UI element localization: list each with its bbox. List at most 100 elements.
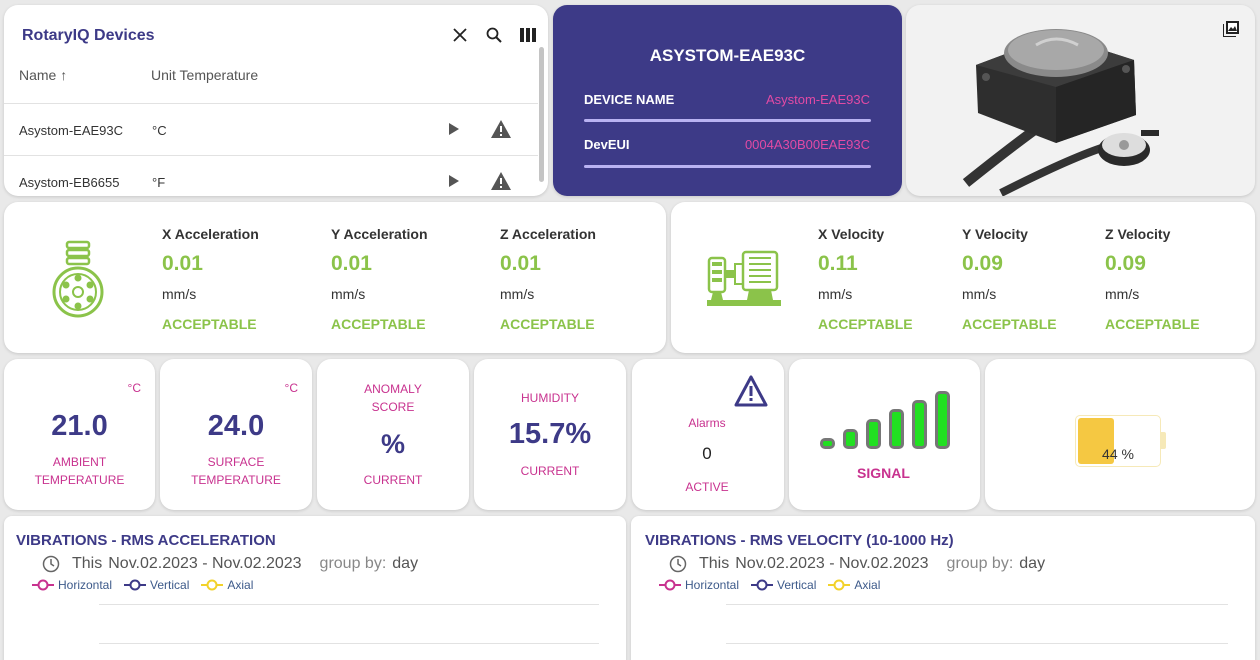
range-prefix: This xyxy=(699,555,730,572)
divider xyxy=(4,155,538,156)
battery-terminal xyxy=(1161,432,1166,449)
signal-strength-icon xyxy=(820,391,950,449)
legend-label: Axial xyxy=(854,578,881,592)
anomaly-label-line2: SCORE xyxy=(371,400,415,414)
clock-icon xyxy=(42,555,60,573)
column-header-name[interactable]: Name ↑ xyxy=(19,67,67,83)
humidity-label: HUMIDITY xyxy=(521,391,579,405)
columns-icon[interactable] xyxy=(518,25,538,45)
table-row[interactable]: Asystom-EAE93C °C xyxy=(4,105,538,155)
table-row[interactable]: Asystom-EB6655 °F xyxy=(4,157,538,196)
date-range[interactable]: This Nov.02.2023 - Nov.02.2023 group by:… xyxy=(42,555,418,573)
y-velocity: Y Velocity 0.09 mm/s ACCEPTABLE xyxy=(962,226,1057,332)
signal-tile: SIGNAL xyxy=(789,359,980,510)
surface-temperature-tile: °C 24.0 SURFACE TEMPERATURE xyxy=(160,359,312,510)
legend-item[interactable]: Axial xyxy=(828,578,880,592)
chart-gridline xyxy=(99,604,599,605)
close-icon[interactable] xyxy=(450,25,470,45)
device-name-cell: Asystom-EB6655 xyxy=(19,175,120,190)
unit-cell: °C xyxy=(152,123,167,138)
divider-bar xyxy=(584,165,871,168)
ambient-temperature-tile: °C 21.0 AMBIENT TEMPERATURE xyxy=(4,359,155,510)
deveui-label: DevEUI xyxy=(584,137,630,152)
temperature-unit: °C xyxy=(284,381,298,395)
metric-unit: mm/s xyxy=(962,286,997,302)
signal-label: SIGNAL xyxy=(857,465,910,481)
metric-status: ACCEPTABLE xyxy=(1105,316,1200,332)
metric-title: Z Velocity xyxy=(1105,226,1171,242)
metric-status: ACCEPTABLE xyxy=(162,316,257,332)
chart-gridline xyxy=(726,643,1228,644)
alert-triangle-icon xyxy=(734,375,768,407)
legend-label: Horizontal xyxy=(58,578,113,592)
metric-title: X Velocity xyxy=(818,226,885,242)
metric-status: ACCEPTABLE xyxy=(962,316,1057,332)
metric-title: X Acceleration xyxy=(162,226,259,242)
scrollbar[interactable] xyxy=(539,47,544,182)
z-acceleration: Z Acceleration 0.01 mm/s ACCEPTABLE xyxy=(500,226,596,332)
battery-body: 44 % xyxy=(1075,415,1161,467)
warning-icon[interactable] xyxy=(490,171,512,194)
date-range[interactable]: This Nov.02.2023 - Nov.02.2023 group by:… xyxy=(669,555,1045,573)
clock-icon xyxy=(669,555,687,573)
groupby-value[interactable]: day xyxy=(392,555,418,573)
divider xyxy=(4,103,538,104)
range-prefix: This xyxy=(72,555,103,572)
play-icon[interactable] xyxy=(448,174,460,191)
legend-item[interactable]: Horizontal xyxy=(32,578,112,592)
play-icon[interactable] xyxy=(448,122,460,139)
x-acceleration: X Acceleration 0.01 mm/s ACCEPTABLE xyxy=(162,226,259,332)
warning-icon[interactable] xyxy=(490,119,512,142)
groupby-value[interactable]: day xyxy=(1019,555,1045,573)
legend-item[interactable]: Horizontal xyxy=(659,578,739,592)
surface-label-line1: SURFACE xyxy=(207,455,265,469)
anomaly-sub: CURRENT xyxy=(363,473,423,487)
groupby-label: group by: xyxy=(319,555,387,572)
sensor-device-image xyxy=(962,29,1159,196)
ambient-label-line2: TEMPERATURE xyxy=(34,473,125,487)
x-velocity: X Velocity 0.11 mm/s ACCEPTABLE xyxy=(818,226,913,332)
column-header-unit-temperature[interactable]: Unit Temperature xyxy=(151,67,258,83)
chart-legend: Horizontal Vertical Axial xyxy=(32,578,253,592)
rms-velocity-panel: VIBRATIONS - RMS VELOCITY (10-1000 Hz) T… xyxy=(631,516,1255,660)
metric-status: ACCEPTABLE xyxy=(818,316,913,332)
image-icon[interactable] xyxy=(1222,21,1239,42)
metric-unit: mm/s xyxy=(818,286,853,302)
unit-cell: °F xyxy=(152,175,166,190)
humidity-value: 15.7% xyxy=(508,418,592,450)
temperature-unit: °C xyxy=(127,381,141,395)
velocity-card: X Velocity 0.11 mm/s ACCEPTABLE Y Veloci… xyxy=(671,202,1255,353)
device-name-value: Asystom-EAE93C xyxy=(765,92,870,107)
legend-item[interactable]: Vertical xyxy=(124,578,189,592)
z-velocity: Z Velocity 0.09 mm/s ACCEPTABLE xyxy=(1105,226,1200,332)
divider-bar xyxy=(584,119,871,122)
acceleration-card: X Acceleration 0.01 mm/s ACCEPTABLE Y Ac… xyxy=(4,202,666,353)
range-dates: Nov.02.2023 - Nov.02.2023 xyxy=(735,555,929,572)
metric-unit: mm/s xyxy=(331,286,366,302)
metric-value: 0.01 xyxy=(331,252,372,275)
search-icon[interactable] xyxy=(484,25,504,45)
device-image-card xyxy=(906,5,1255,196)
humidity-sub: CURRENT xyxy=(520,464,580,478)
metric-value: 0.09 xyxy=(962,252,1003,275)
deveui-value: 0004A30B00EAE93C xyxy=(744,137,870,152)
metric-title: Y Acceleration xyxy=(331,226,428,242)
metric-title: Z Acceleration xyxy=(500,226,596,242)
metric-value: 0.01 xyxy=(500,252,541,275)
battery-percent: 44 % xyxy=(1102,446,1134,462)
metric-unit: mm/s xyxy=(500,286,535,302)
alarms-tile: Alarms 0 ACTIVE xyxy=(632,359,784,510)
anomaly-score-value: % xyxy=(380,429,405,459)
metric-title: Y Velocity xyxy=(962,226,1028,242)
ambient-label-line1: AMBIENT xyxy=(52,455,107,469)
devices-title: RotaryIQ Devices xyxy=(22,27,155,44)
motor-pump-icon xyxy=(707,250,781,306)
y-acceleration: Y Acceleration 0.01 mm/s ACCEPTABLE xyxy=(331,226,428,332)
device-name-label: DEVICE NAME xyxy=(584,92,675,107)
legend-item[interactable]: Vertical xyxy=(751,578,816,592)
metric-unit: mm/s xyxy=(1105,286,1140,302)
metric-status: ACCEPTABLE xyxy=(500,316,595,332)
battery-tile: 44 % xyxy=(985,359,1255,510)
anomaly-label-line1: ANOMALY xyxy=(364,382,422,396)
legend-item[interactable]: Axial xyxy=(201,578,253,592)
